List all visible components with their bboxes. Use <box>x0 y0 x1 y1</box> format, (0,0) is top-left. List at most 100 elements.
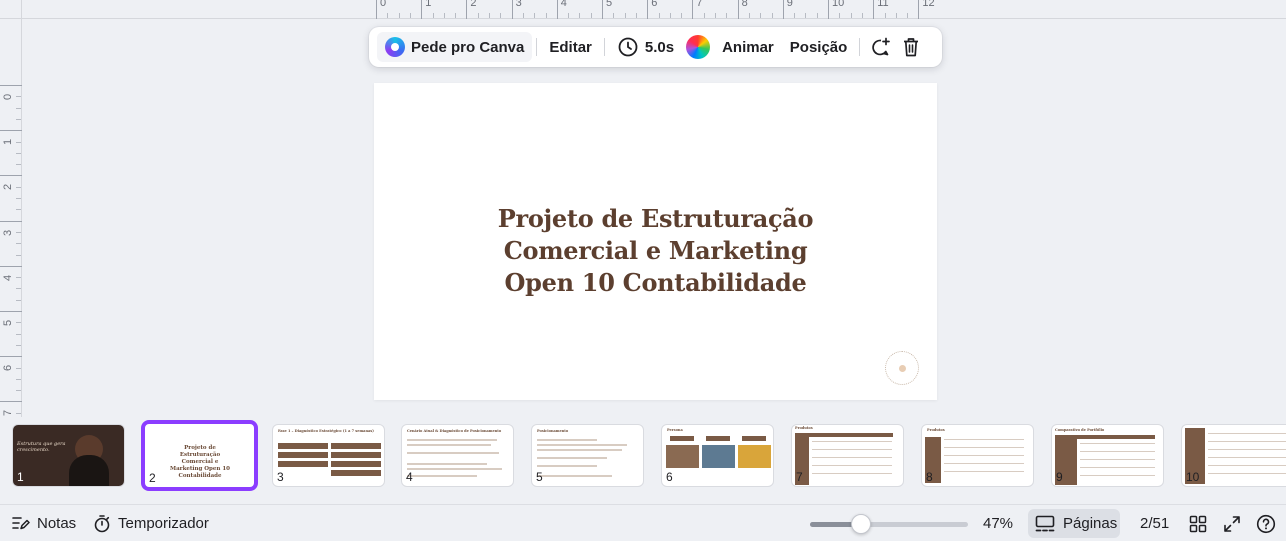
ruler-label: 0 <box>380 0 387 9</box>
ruler-minor-tick <box>579 13 581 18</box>
edit-button[interactable]: Editar <box>541 32 600 62</box>
ruler-minor-tick <box>16 322 21 324</box>
ruler-minor-tick <box>387 13 389 18</box>
ruler-label: 4 <box>560 0 567 9</box>
page-thumbnail-8[interactable]: Produtos 8 <box>921 424 1034 487</box>
slide-title[interactable]: Projeto de Estruturação Comercial e Mark… <box>374 203 937 299</box>
ruler-minor-tick <box>477 13 479 18</box>
ruler-minor-tick <box>16 390 21 392</box>
bottom-bar: Notas Temporizador 47% Páginas 2/51 <box>0 504 1286 541</box>
ruler-tick: 6 <box>647 0 657 19</box>
thumbnail-title: Estrutura que gera crescimento. <box>17 441 66 453</box>
ruler-minor-tick <box>16 198 21 199</box>
ruler-tick: 11 <box>873 0 889 19</box>
clock-icon <box>618 37 638 57</box>
ruler-minor-tick <box>16 118 21 120</box>
ask-canva-button[interactable]: Pede pro Canva <box>377 32 533 62</box>
ruler-minor-tick <box>839 13 841 18</box>
fullscreen-icon[interactable] <box>1223 515 1241 533</box>
ruler-minor-tick <box>635 13 637 18</box>
ruler-minor-tick <box>500 13 502 18</box>
page-thumbnail-10[interactable]: 10 <box>1181 424 1286 487</box>
page-thumbnail-9[interactable]: Comparativo de Portfólio 9 <box>1051 424 1164 487</box>
ruler-minor-tick <box>455 13 457 18</box>
ruler-minor-tick <box>16 96 21 98</box>
zoom-slider-handle[interactable] <box>850 514 871 534</box>
thumbnail-title: Comparativo de Portfólio <box>1055 428 1105 432</box>
element-toolbar: Pede pro Canva Editar 5.0s Animar Posiçã… <box>369 27 942 67</box>
comment-plus-icon <box>872 37 891 56</box>
ruler-minor-tick <box>409 13 411 18</box>
thumbnail-title: Posicionamento <box>537 429 569 433</box>
thumbnail-title: Projeto de Estruturação Comercial e Mark… <box>170 445 230 479</box>
slide-title-line: Projeto de Estruturação <box>497 204 814 233</box>
page-thumbnail-4[interactable]: Cenário Atual & Diagnóstico de Posiciona… <box>401 424 514 487</box>
grid-view-icon[interactable] <box>1189 515 1207 533</box>
ruler-tick: 6 <box>0 356 22 371</box>
page-number: 6 <box>666 470 673 484</box>
add-comment-button[interactable] <box>864 32 896 62</box>
page-thumbnail-6[interactable]: Persona 6 <box>661 424 774 487</box>
ruler-tick: 4 <box>0 265 22 281</box>
ruler-label: 11 <box>877 0 889 9</box>
ruler-tick: 10 <box>828 0 844 19</box>
ruler-label: 3 <box>515 0 522 9</box>
page-thumbnail-7[interactable]: Produtos 7 <box>791 424 904 487</box>
ruler-label: 8 <box>741 0 748 9</box>
ruler-tick: 12 <box>918 0 935 19</box>
ruler-minor-tick <box>16 141 21 143</box>
position-label: Posição <box>789 38 848 56</box>
page-thumbnail-5[interactable]: Posicionamento 5 <box>531 424 644 487</box>
timer-button[interactable]: Temporizador <box>93 514 209 533</box>
ruler-tick: 3 <box>0 220 22 236</box>
ruler-tick: 7 <box>0 401 22 416</box>
position-button[interactable]: Posição <box>782 32 856 62</box>
canva-ai-icon <box>385 37 405 57</box>
zoom-slider[interactable] <box>810 514 968 534</box>
ruler-minor-tick <box>895 13 897 18</box>
ruler-label: 1 <box>425 0 432 9</box>
color-wheel-icon[interactable] <box>686 35 711 59</box>
ruler-label: 6 <box>2 365 14 372</box>
pages-layout-icon <box>1035 515 1055 531</box>
page-counter: 2/51 <box>1140 515 1170 532</box>
page-thumbnail-2[interactable]: Projeto de Estruturação Comercial e Mark… <box>143 422 256 489</box>
ruler-label: 7 <box>2 410 14 417</box>
ruler-minor-tick <box>16 288 21 290</box>
ruler-label: 6 <box>651 0 658 9</box>
thumbnail-title: Produtos <box>795 426 813 430</box>
page-number: 1 <box>17 470 24 484</box>
ruler-minor-tick <box>545 13 547 18</box>
slide-canvas[interactable]: Projeto de Estruturação Comercial e Mark… <box>374 83 937 400</box>
ruler-minor-tick <box>658 13 660 18</box>
ruler-label: 5 <box>606 0 613 9</box>
ruler-label: 12 <box>922 0 935 9</box>
toolbar-divider <box>603 38 605 56</box>
page-number: 4 <box>406 470 413 484</box>
ruler-tick: 8 <box>737 0 748 19</box>
ruler-label: 10 <box>832 0 845 9</box>
ruler-minor-tick <box>16 378 21 380</box>
brand-seal-logo[interactable] <box>885 351 919 385</box>
ruler-minor-tick <box>16 107 21 109</box>
ruler-minor-tick <box>16 333 21 335</box>
ruler-tick: 0 <box>376 0 386 19</box>
ruler-label: 0 <box>2 93 14 100</box>
duration-button[interactable]: 5.0s <box>609 32 682 62</box>
page-thumbnail-3[interactable]: Fase 1 – Diagnóstico Estratégico (1 a 7 … <box>272 424 385 487</box>
zoom-level[interactable]: 47% <box>983 515 1013 532</box>
delete-button[interactable] <box>896 32 926 62</box>
page-strip: Estrutura que gera crescimento. 1 Projet… <box>0 417 1286 504</box>
ruler-minor-tick <box>861 13 863 18</box>
ruler-tick: 2 <box>0 175 22 190</box>
stopwatch-icon <box>94 515 110 533</box>
ruler-label: 3 <box>2 229 14 236</box>
ruler-tick: 7 <box>692 0 703 19</box>
pages-button[interactable]: Páginas <box>1028 509 1120 538</box>
vertical-ruler: 0 1 2 3 4 5 6 7 <box>0 19 22 417</box>
animate-button[interactable]: Animar <box>714 32 782 62</box>
ruler-minor-tick <box>522 13 524 18</box>
help-icon[interactable] <box>1256 514 1276 534</box>
notes-button[interactable]: Notas <box>11 514 76 532</box>
page-thumbnail-1[interactable]: Estrutura que gera crescimento. 1 <box>12 424 125 487</box>
